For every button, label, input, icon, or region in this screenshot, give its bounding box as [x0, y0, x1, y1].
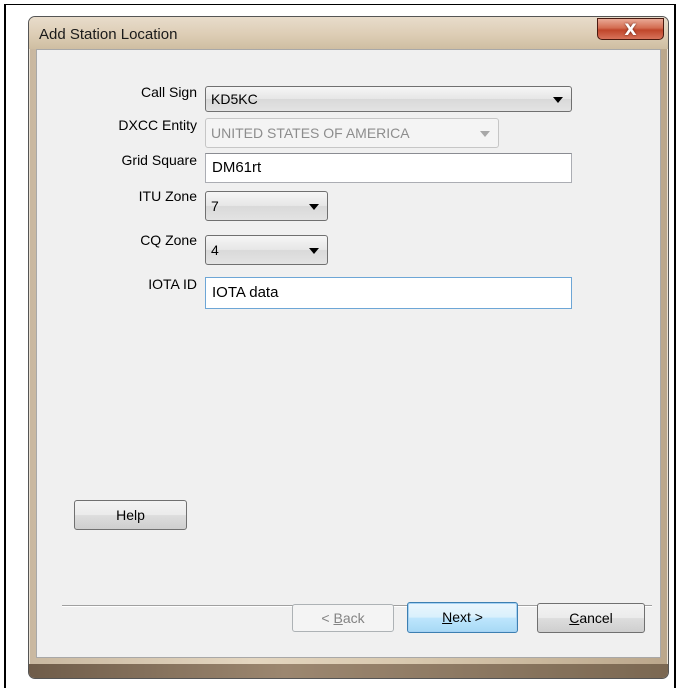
- itu-zone-label: ITU Zone: [138, 188, 197, 204]
- title-bar[interactable]: Add Station Location X: [29, 17, 668, 49]
- dxcc-entity-combo[interactable]: UNITED STATES OF AMERICA: [205, 118, 499, 148]
- call-sign-value: KD5KC: [211, 91, 258, 107]
- iota-id-label: IOTA ID: [148, 276, 197, 292]
- chevron-down-icon: [309, 204, 319, 210]
- cq-zone-value: 4: [211, 242, 219, 258]
- iota-id-input[interactable]: IOTA data: [205, 277, 572, 309]
- close-button[interactable]: X: [597, 18, 664, 40]
- help-button[interactable]: Help: [74, 500, 187, 530]
- dxcc-entity-value: UNITED STATES OF AMERICA: [211, 125, 410, 141]
- help-button-label: Help: [116, 507, 145, 523]
- itu-zone-value: 7: [211, 198, 219, 214]
- dialog-client-area: Call Sign KD5KC DXCC Entity UNITED STATE…: [36, 49, 661, 658]
- dialog-window: Add Station Location X Call Sign KD5KC D…: [28, 16, 669, 679]
- next-button-label: Next >: [442, 609, 483, 625]
- dialog-title: Add Station Location: [39, 26, 178, 43]
- call-sign-label: Call Sign: [140, 84, 197, 100]
- itu-zone-combo[interactable]: 7: [205, 191, 328, 221]
- grid-square-value: DM61rt: [212, 159, 262, 176]
- next-button[interactable]: Next >: [407, 602, 518, 633]
- call-sign-combo[interactable]: KD5KC: [205, 86, 572, 112]
- back-button-label: < Back: [321, 610, 365, 626]
- chevron-down-icon: [309, 248, 319, 254]
- chevron-down-icon: [553, 97, 563, 103]
- cancel-button-label: Cancel: [569, 610, 613, 626]
- dxcc-entity-label: DXCC Entity: [118, 117, 197, 133]
- chevron-down-icon: [480, 131, 490, 137]
- cq-zone-label: CQ Zone: [140, 232, 197, 248]
- grid-square-input[interactable]: DM61rt: [205, 153, 572, 183]
- cancel-button[interactable]: Cancel: [537, 603, 645, 633]
- cq-zone-combo[interactable]: 4: [205, 235, 328, 265]
- back-button[interactable]: < Back: [292, 604, 394, 632]
- iota-id-value: IOTA data: [212, 284, 279, 301]
- close-icon: X: [624, 19, 637, 39]
- grid-square-label: Grid Square: [121, 152, 197, 168]
